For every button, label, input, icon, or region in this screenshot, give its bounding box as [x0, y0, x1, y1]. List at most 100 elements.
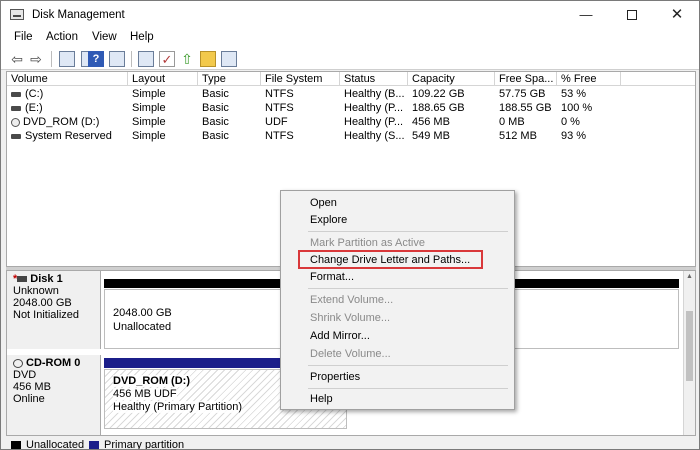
properties-icon[interactable]	[109, 51, 125, 67]
menu-item-properties[interactable]: Properties	[310, 371, 360, 383]
layout-cell: Simple	[132, 102, 166, 114]
capacity-cell: 456 MB	[412, 116, 450, 128]
menu-separator	[308, 388, 508, 389]
context-menu: Open Explore Mark Partition as Active Ch…	[280, 190, 515, 410]
fs-cell: UDF	[265, 116, 288, 128]
menu-view[interactable]: View	[92, 31, 117, 43]
disk1-state: Not Initialized	[13, 309, 80, 321]
layout-cell: Simple	[132, 88, 166, 100]
volume-row[interactable]: (C:) Simple Basic NTFS Healthy (B... 109…	[7, 87, 695, 101]
volume-row[interactable]: (E:) Simple Basic NTFS Healthy (P... 188…	[7, 101, 695, 115]
free-space-cell: 0 MB	[499, 116, 525, 128]
menu-item-extend-volume: Extend Volume...	[310, 294, 394, 306]
column-layout[interactable]: Layout	[128, 72, 198, 86]
menu-file[interactable]: File	[14, 31, 33, 43]
type-cell: Basic	[202, 88, 229, 100]
free-space-cell: 57.75 GB	[499, 88, 546, 100]
column-volume[interactable]: Volume	[7, 72, 128, 86]
volume-name: DVD_ROM (D:)	[23, 116, 100, 128]
scrollbar-thumb[interactable]	[686, 311, 693, 381]
disk-icon	[17, 276, 28, 283]
fs-cell: NTFS	[265, 102, 294, 114]
up-arrow-icon[interactable]: ⇧	[179, 51, 195, 67]
partition-filesystem: 456 MB UDF	[113, 388, 177, 400]
back-icon[interactable]: ⇦	[9, 51, 25, 67]
menu-separator	[308, 365, 508, 366]
folder-icon[interactable]	[200, 51, 216, 67]
partition-health: Healthy (Primary Partition)	[113, 401, 242, 413]
column-type[interactable]: Type	[198, 72, 261, 86]
console-tree-icon[interactable]	[59, 51, 75, 67]
volume-cell: System Reserved	[7, 129, 128, 143]
disk1-name: Disk 1	[30, 273, 63, 285]
primary-partition-swatch	[89, 441, 99, 449]
column-percent-free[interactable]: % Free	[557, 72, 621, 86]
check-icon[interactable]: ✓	[159, 51, 175, 67]
graphical-view-scrollbar[interactable]: ▲	[683, 271, 695, 435]
close-button[interactable]: ✕	[657, 5, 697, 25]
legend-unallocated: Unallocated	[26, 439, 85, 450]
cdrom0-name: CD-ROM 0	[26, 357, 81, 369]
menu-item-add-mirror[interactable]: Add Mirror...	[310, 330, 370, 342]
status-cell: Healthy (P...	[344, 102, 404, 114]
column-status[interactable]: Status	[340, 72, 408, 86]
menu-help[interactable]: Help	[130, 31, 154, 43]
layout-cell: Simple	[132, 116, 166, 128]
capacity-cell: 549 MB	[412, 130, 450, 142]
volume-list-header: Volume Layout Type File System Status Ca…	[7, 72, 695, 86]
fs-cell: NTFS	[265, 130, 294, 142]
view-icon[interactable]	[221, 51, 237, 67]
minimize-button[interactable]: —	[566, 5, 606, 25]
capacity-cell: 188.65 GB	[412, 102, 465, 114]
menu-item-explore[interactable]: Explore	[310, 214, 347, 226]
volume-name: System Reserved	[25, 130, 112, 142]
highlight-box	[298, 250, 483, 269]
column-file-system[interactable]: File System	[261, 72, 340, 86]
menu-item-format[interactable]: Format...	[310, 271, 354, 283]
menu-item-shrink-volume: Shrink Volume...	[310, 312, 391, 324]
drive-icon	[11, 91, 21, 97]
disk1-label[interactable]: * Disk 1 Unknown 2048.00 GB Not Initializ…	[7, 271, 101, 349]
scroll-up-arrow-icon[interactable]: ▲	[686, 273, 693, 280]
dvd-icon	[11, 117, 20, 127]
disk1-kind: Unknown	[13, 285, 59, 297]
menu-item-delete-volume: Delete Volume...	[310, 348, 391, 360]
cdrom0-size: 456 MB	[13, 381, 51, 393]
help-icon[interactable]: ?	[88, 51, 104, 67]
connect-icon[interactable]	[138, 51, 154, 67]
unallocated-swatch	[11, 441, 21, 449]
volume-row[interactable]: DVD_ROM (D:) Simple Basic UDF Healthy (P…	[7, 115, 695, 129]
free-space-cell: 512 MB	[499, 130, 537, 142]
menu-action[interactable]: Action	[46, 31, 78, 43]
column-capacity[interactable]: Capacity	[408, 72, 495, 86]
volume-name: (E:)	[25, 102, 43, 114]
window-title: Disk Management	[32, 9, 125, 21]
menu-item-mark-active: Mark Partition as Active	[310, 237, 425, 249]
partition-label: Unallocated	[113, 321, 172, 333]
maximize-icon	[627, 10, 637, 20]
type-cell: Basic	[202, 102, 229, 114]
drive-icon	[11, 105, 21, 111]
maximize-button[interactable]	[612, 5, 652, 25]
column-free-space[interactable]: Free Spa...	[495, 72, 557, 86]
cd-rom-icon	[13, 358, 23, 368]
forward-icon[interactable]: ⇨	[28, 51, 44, 67]
menu-separator	[308, 288, 508, 289]
cdrom0-kind: DVD	[13, 369, 37, 381]
capacity-cell: 109.22 GB	[412, 88, 465, 100]
title-bar: Disk Management — ✕	[1, 1, 699, 29]
legend-primary-partition: Primary partition	[104, 439, 185, 450]
cdrom0-label[interactable]: CD-ROM 0 DVD 456 MB Online	[7, 355, 101, 435]
type-cell: Basic	[202, 116, 229, 128]
volume-row[interactable]: System Reserved Simple Basic NTFS Health…	[7, 129, 695, 143]
volume-name: (C:)	[25, 88, 44, 100]
menu-item-help[interactable]: Help	[310, 393, 333, 405]
free-space-cell: 188.55 GB	[499, 102, 552, 114]
percent-free-cell: 100 %	[561, 102, 593, 114]
percent-free-cell: 53 %	[561, 88, 587, 100]
menu-item-open[interactable]: Open	[310, 197, 337, 209]
disk1-size: 2048.00 GB	[13, 297, 72, 309]
type-cell: Basic	[202, 130, 229, 142]
volume-cell: (E:)	[7, 101, 128, 115]
status-cell: Healthy (P...	[344, 116, 404, 128]
